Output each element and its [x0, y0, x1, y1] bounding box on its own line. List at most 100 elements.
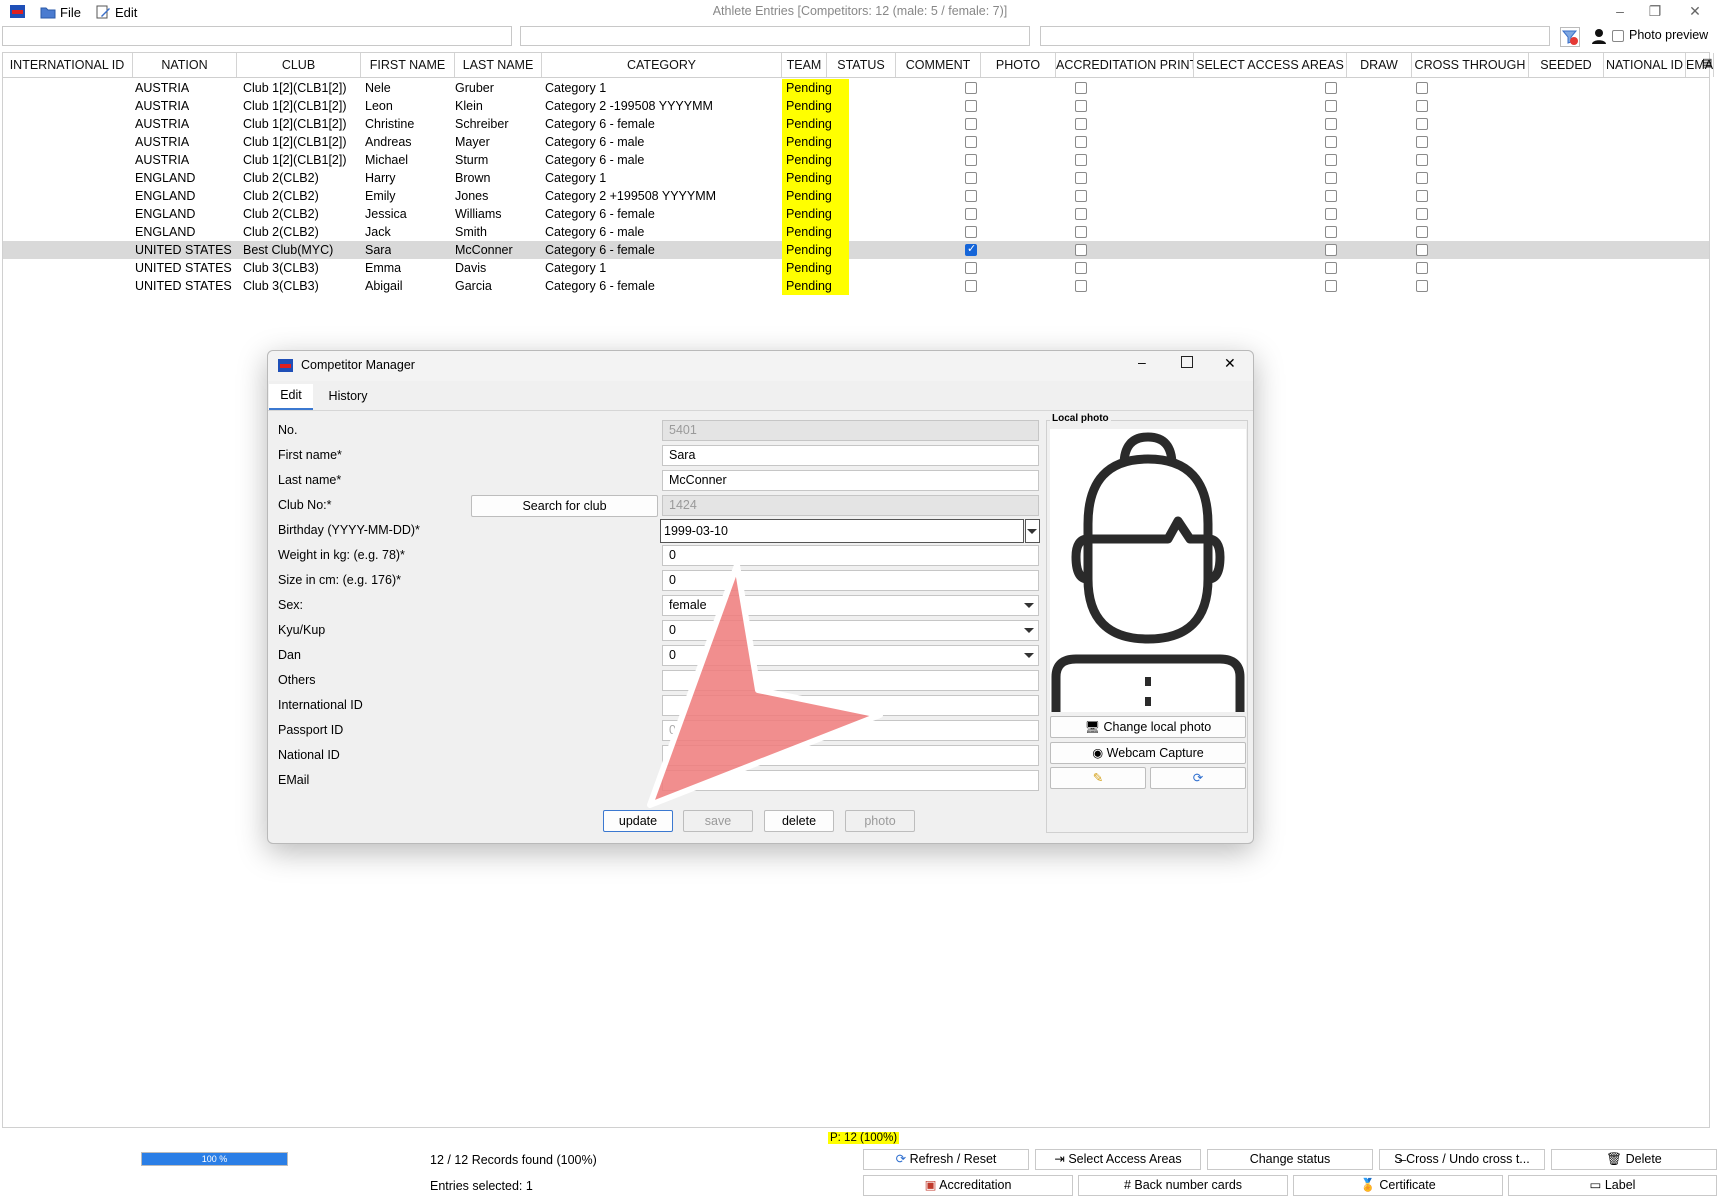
table-row[interactable]: AUSTRIA Club 1[2](CLB1[2]) Nele Gruber Categ…: [3, 79, 1709, 97]
webcam-capture-button[interactable]: ◉ Webcam Capture: [1050, 742, 1246, 764]
draw-checkbox[interactable]: [1325, 154, 1337, 166]
accreditation-print-checkbox[interactable]: [1075, 226, 1087, 238]
photo-checkbox[interactable]: [965, 226, 977, 238]
draw-checkbox[interactable]: [1325, 190, 1337, 202]
cross-through-checkbox[interactable]: [1416, 100, 1428, 112]
column-header-national-id[interactable]: NATIONAL ID: [1604, 53, 1686, 77]
accreditation-print-checkbox[interactable]: [1075, 154, 1087, 166]
column-header-international-id[interactable]: INTERNATIONAL ID: [2, 53, 133, 77]
column-header-first-name[interactable]: FIRST NAME: [361, 53, 455, 77]
photo-preview-checkbox[interactable]: [1612, 30, 1624, 42]
photo-checkbox[interactable]: [965, 242, 977, 256]
label-button[interactable]: ▭ Label: [1508, 1175, 1717, 1196]
photo-checkbox[interactable]: [965, 208, 977, 220]
photo-checkbox[interactable]: [965, 190, 977, 202]
select-access-areas-button[interactable]: ⇥ Select Access Areas: [1035, 1149, 1201, 1170]
accreditation-print-checkbox[interactable]: [1075, 280, 1087, 292]
table-row[interactable]: AUSTRIA Club 1[2](CLB1[2]) Michael Sturm Cat…: [3, 151, 1709, 169]
photo-checkbox[interactable]: [965, 262, 977, 274]
accreditation-print-checkbox[interactable]: [1075, 262, 1087, 274]
cross-through-checkbox[interactable]: [1416, 136, 1428, 148]
cross-through-checkbox[interactable]: [1416, 226, 1428, 238]
close-window-button[interactable]: ✕: [1675, 0, 1715, 24]
draw-checkbox[interactable]: [1325, 118, 1337, 130]
accreditation-print-checkbox[interactable]: [1075, 118, 1087, 130]
filter-input-2[interactable]: [520, 26, 1030, 46]
rotate-photo-button[interactable]: ⟳: [1150, 767, 1246, 789]
table-row[interactable]: ENGLAND Club 2(CLB2) Harry Brown Category 1 P…: [3, 169, 1709, 187]
column-header-photo[interactable]: PHOTO: [981, 53, 1056, 77]
draw-checkbox[interactable]: [1325, 280, 1337, 292]
accreditation-print-checkbox[interactable]: [1075, 244, 1087, 256]
column-chooser-icon[interactable]: ▤: [1702, 56, 1714, 70]
tab-history[interactable]: History: [318, 384, 378, 408]
column-header-draw[interactable]: DRAW: [1347, 53, 1412, 77]
table-row[interactable]: AUSTRIA Club 1[2](CLB1[2]) Leon Klein Catego…: [3, 97, 1709, 115]
accreditation-print-checkbox[interactable]: [1075, 100, 1087, 112]
cross-through-checkbox[interactable]: [1416, 82, 1428, 94]
cross-through-checkbox[interactable]: [1416, 280, 1428, 292]
table-row[interactable]: UNITED STATES Best Club(MYC) Sara McConner C…: [3, 241, 1709, 259]
draw-checkbox[interactable]: [1325, 208, 1337, 220]
draw-checkbox[interactable]: [1325, 82, 1337, 94]
cross-undo-button[interactable]: S̶ Cross / Undo cross t...: [1379, 1149, 1545, 1170]
cross-through-checkbox[interactable]: [1416, 262, 1428, 274]
table-row[interactable]: UNITED STATES Club 3(CLB3) Emma Davis Catego…: [3, 259, 1709, 277]
cross-through-checkbox[interactable]: [1416, 154, 1428, 166]
column-header-accreditation-print[interactable]: ACCREDITATION PRINT: [1056, 53, 1194, 77]
photo-checkbox[interactable]: [965, 82, 977, 94]
clear-filter-button[interactable]: [1560, 27, 1580, 47]
draw-checkbox[interactable]: [1325, 136, 1337, 148]
column-header-status[interactable]: STATUS: [827, 53, 896, 77]
birthday-picker-button[interactable]: [1025, 519, 1040, 543]
edit-photo-button[interactable]: ✎: [1050, 767, 1146, 789]
dialog-close-button[interactable]: ✕: [1224, 355, 1236, 372]
table-row[interactable]: UNITED STATES Club 3(CLB3) Abigail Garcia Ca…: [3, 277, 1709, 295]
photo-checkbox[interactable]: [965, 136, 977, 148]
certificate-button[interactable]: 🏅 Certificate: [1293, 1175, 1503, 1196]
column-header-comment[interactable]: COMMENT: [896, 53, 981, 77]
photo-checkbox[interactable]: [965, 118, 977, 130]
filter-input-3[interactable]: [1040, 26, 1550, 46]
birthday-field[interactable]: 1999-03-10: [660, 519, 1024, 543]
accreditation-print-checkbox[interactable]: [1075, 82, 1087, 94]
column-header-club[interactable]: CLUB: [237, 53, 361, 77]
cross-through-checkbox[interactable]: [1416, 172, 1428, 184]
first-name-field[interactable]: Sara: [662, 445, 1039, 466]
back-number-cards-button[interactable]: # Back number cards: [1078, 1175, 1288, 1196]
change-local-photo-button[interactable]: 🖥 Change local photo: [1050, 716, 1246, 738]
cross-through-checkbox[interactable]: [1416, 208, 1428, 220]
tab-edit[interactable]: Edit: [269, 384, 313, 410]
accreditation-print-checkbox[interactable]: [1075, 136, 1087, 148]
table-row[interactable]: ENGLAND Club 2(CLB2) Emily Jones Category 2 …: [3, 187, 1709, 205]
accreditation-button[interactable]: ▣ Accreditation: [863, 1175, 1073, 1196]
filter-input-1[interactable]: [2, 26, 512, 46]
photo-checkbox[interactable]: [965, 100, 977, 112]
column-header-select-access-areas[interactable]: SELECT ACCESS AREAS: [1194, 53, 1347, 77]
draw-checkbox[interactable]: [1325, 244, 1337, 256]
accreditation-print-checkbox[interactable]: [1075, 172, 1087, 184]
delete-entries-button[interactable]: 🗑 Delete: [1551, 1149, 1717, 1170]
column-header-seeded[interactable]: SEEDED: [1529, 53, 1604, 77]
search-club-button[interactable]: Search for club: [471, 495, 658, 517]
table-row[interactable]: ENGLAND Club 2(CLB2) Jack Smith Category 6 -…: [3, 223, 1709, 241]
draw-checkbox[interactable]: [1325, 226, 1337, 238]
column-header-team[interactable]: TEAM: [782, 53, 827, 77]
column-header-last-name[interactable]: LAST NAME: [455, 53, 542, 77]
cross-through-checkbox[interactable]: [1416, 190, 1428, 202]
table-row[interactable]: ENGLAND Club 2(CLB2) Jessica Williams Catego…: [3, 205, 1709, 223]
photo-checkbox[interactable]: [965, 280, 977, 292]
photo-checkbox[interactable]: [965, 154, 977, 166]
accreditation-print-checkbox[interactable]: [1075, 190, 1087, 202]
restore-button[interactable]: ❐: [1635, 0, 1675, 24]
last-name-field[interactable]: McConner: [662, 470, 1039, 491]
draw-checkbox[interactable]: [1325, 172, 1337, 184]
column-header-category[interactable]: CATEGORY: [542, 53, 782, 77]
table-row[interactable]: AUSTRIA Club 1[2](CLB1[2]) Andreas Mayer Cat…: [3, 133, 1709, 151]
table-row[interactable]: AUSTRIA Club 1[2](CLB1[2]) Christine Schrei…: [3, 115, 1709, 133]
change-status-button[interactable]: Change status: [1207, 1149, 1373, 1170]
accreditation-print-checkbox[interactable]: [1075, 208, 1087, 220]
cross-through-checkbox[interactable]: [1416, 244, 1428, 256]
column-header-cross-through[interactable]: CROSS THROUGH: [1412, 53, 1529, 77]
photo-checkbox[interactable]: [965, 172, 977, 184]
